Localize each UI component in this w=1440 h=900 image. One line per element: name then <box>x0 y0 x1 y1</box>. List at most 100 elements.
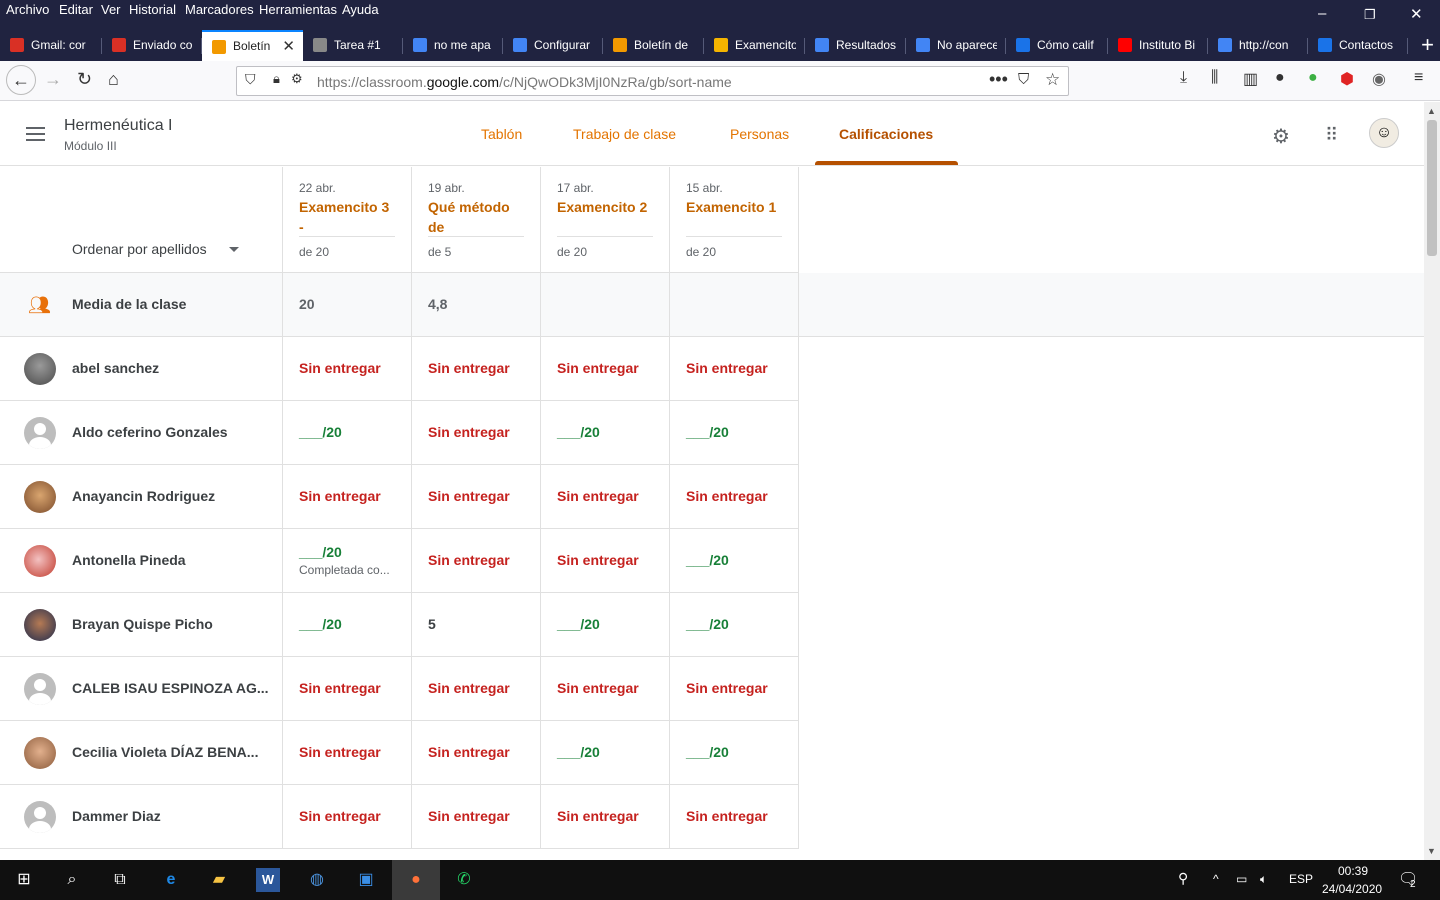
student-name-cell[interactable]: Cecilia Violeta DÍAZ BENA... <box>0 721 283 785</box>
grade-value[interactable]: Sin entregar <box>428 680 510 696</box>
grade-cell[interactable]: Sin entregar <box>541 529 670 593</box>
grade-cell[interactable]: Sin entregar <box>283 721 412 785</box>
grade-value[interactable]: Sin entregar <box>428 808 510 824</box>
menu-marcadores[interactable]: Marcadores <box>185 2 254 17</box>
chevron-down-icon[interactable] <box>229 247 239 252</box>
grade-cell[interactable]: ___/20 <box>283 593 412 657</box>
browser-tab[interactable]: Enviado co <box>102 30 202 61</box>
menu-herramientas[interactable]: Herramientas <box>259 2 337 17</box>
grade-value[interactable]: Sin entregar <box>557 488 639 504</box>
scroll-down-icon[interactable]: ▼ <box>1427 846 1436 856</box>
grade-value[interactable]: ___/20 <box>686 552 729 568</box>
grade-value[interactable]: Sin entregar <box>686 360 768 376</box>
browser-tab[interactable]: Instituto Bi <box>1108 30 1208 61</box>
download-icon[interactable]: ⤓ <box>1180 69 1187 87</box>
grade-cell[interactable]: Sin entregar <box>541 657 670 721</box>
browser-tab[interactable]: Cómo calif <box>1006 30 1108 61</box>
grade-value[interactable]: Sin entregar <box>428 488 510 504</box>
tab-close-icon[interactable]: ✕ <box>282 37 295 55</box>
browser-tab[interactable]: Boletín ✕ <box>202 30 303 61</box>
extension-icon[interactable]: ◉ <box>1372 69 1386 89</box>
bookmark-star-icon[interactable]: ☆ <box>1045 70 1060 90</box>
grade-cell[interactable]: Sin entregar <box>283 785 412 849</box>
extension-green-icon[interactable]: ● <box>1308 69 1318 87</box>
sidebar-icon[interactable]: ▥ <box>1243 69 1258 89</box>
grade-value[interactable]: ___/20 <box>686 744 729 760</box>
grade-cell[interactable]: Sin entregar <box>670 465 799 529</box>
student-name-cell[interactable]: abel sanchez <box>0 337 283 401</box>
menu-editar[interactable]: Editar <box>59 2 93 17</box>
grade-cell[interactable]: Sin entregar <box>283 657 412 721</box>
grade-cell[interactable]: Sin entregar <box>670 337 799 401</box>
grade-value[interactable]: 5 <box>428 616 436 632</box>
assignment-title[interactable]: Examencito 2 <box>557 197 653 237</box>
grade-cell[interactable]: ___/20 <box>541 721 670 785</box>
url-bar[interactable]: ⛉ 🔒︎ ⚙︎ https://classroom.google.com/c/N… <box>236 66 1069 96</box>
grade-value[interactable]: Sin entregar <box>299 808 381 824</box>
assignment-header[interactable]: 22 abr. Examencito 3 - de 20 <box>283 167 412 273</box>
student-name-cell[interactable]: Dammer Diaz <box>0 785 283 849</box>
grade-cell[interactable]: Sin entregar <box>412 465 541 529</box>
file-explorer-icon[interactable]: ▰ <box>207 868 231 892</box>
account-icon[interactable]: ● <box>1275 69 1285 87</box>
grade-cell[interactable]: Sin entregar <box>670 785 799 849</box>
new-tab-icon[interactable]: + <box>1421 32 1434 58</box>
browser-tab[interactable]: Contactos <box>1308 30 1408 61</box>
browser-tab[interactable]: Configurar <box>503 30 603 61</box>
browser-tab[interactable]: Examencito <box>704 30 805 61</box>
grade-value[interactable]: ___/20 <box>557 424 600 440</box>
browser-tab[interactable]: no me apa <box>403 30 503 61</box>
network-icon[interactable]: ▭ <box>1236 872 1247 886</box>
permissions-icon[interactable]: ⚙︎ <box>291 71 303 87</box>
grade-value[interactable]: ___/20 <box>299 616 342 632</box>
browser-tab[interactable]: Gmail: cor <box>0 30 102 61</box>
firefox-icon[interactable]: ● <box>392 860 440 900</box>
assignment-header[interactable]: 17 abr. Examencito 2 de 20 <box>541 167 670 273</box>
edge-icon[interactable]: e <box>159 868 183 892</box>
grade-cell[interactable]: Sin entregar <box>412 657 541 721</box>
student-name-cell[interactable]: Aldo ceferino Gonzales <box>0 401 283 465</box>
people-icon[interactable]: ⚲ <box>1178 870 1188 887</box>
minimize-icon[interactable]: – <box>1318 5 1326 22</box>
grade-cell[interactable]: 5 <box>412 593 541 657</box>
forward-icon[interactable]: → <box>44 69 62 90</box>
browser-tab[interactable]: http://con <box>1208 30 1308 61</box>
grade-value[interactable]: Sin entregar <box>557 680 639 696</box>
grade-value[interactable]: Sin entregar <box>299 360 381 376</box>
app2-icon[interactable]: ▣ <box>354 868 378 892</box>
grade-cell[interactable]: ___/20 <box>541 593 670 657</box>
assignment-header[interactable]: 19 abr. Qué método de de 5 <box>412 167 541 273</box>
grade-value[interactable]: Sin entregar <box>299 680 381 696</box>
windows-start-icon[interactable]: ⊞ <box>12 868 36 892</box>
close-window-icon[interactable]: ✕ <box>1410 5 1423 23</box>
browser-tab[interactable]: No aparece <box>906 30 1006 61</box>
menu-ver[interactable]: Ver <box>101 2 121 17</box>
menu-archivo[interactable]: Archivo <box>6 2 49 17</box>
user-avatar[interactable]: ☺ <box>1369 118 1399 148</box>
grade-value[interactable]: Sin entregar <box>428 744 510 760</box>
maximize-icon[interactable]: ❐ <box>1364 7 1376 23</box>
browser-tab[interactable]: Tarea #1 <box>303 30 403 61</box>
page-scrollbar[interactable]: ▲ ▼ <box>1424 102 1440 860</box>
grade-value[interactable]: Sin entregar <box>686 808 768 824</box>
adblock-icon[interactable]: ⬢ <box>1340 69 1354 89</box>
volume-icon[interactable]: 🔈︎ <box>1260 872 1267 887</box>
lock-icon[interactable]: 🔒︎ <box>273 71 280 87</box>
course-title[interactable]: Hermenéutica I <box>64 117 173 135</box>
student-name-cell[interactable]: Anayancin Rodriguez <box>0 465 283 529</box>
browser-tab[interactable]: Resultados <box>805 30 906 61</box>
grade-value[interactable]: Sin entregar <box>299 744 381 760</box>
tab-tablon[interactable]: Tablón <box>481 126 522 142</box>
scrollbar-thumb[interactable] <box>1427 120 1437 256</box>
page-actions-icon[interactable]: ••• <box>989 69 1008 90</box>
grade-value[interactable]: Sin entregar <box>557 808 639 824</box>
language-indicator[interactable]: ESP <box>1289 872 1313 886</box>
task-view-icon[interactable]: ⧉ <box>108 868 132 892</box>
pocket-icon[interactable]: ⛉ <box>1018 71 1029 88</box>
grade-cell[interactable]: ___/20 Completada co... <box>283 529 412 593</box>
grade-cell[interactable]: Sin entregar <box>412 337 541 401</box>
assignment-header[interactable]: 15 abr. Examencito 1 de 20 <box>670 167 799 273</box>
grade-value[interactable]: Sin entregar <box>557 552 639 568</box>
grade-cell[interactable]: Sin entregar <box>283 465 412 529</box>
grade-cell[interactable]: Sin entregar <box>541 337 670 401</box>
